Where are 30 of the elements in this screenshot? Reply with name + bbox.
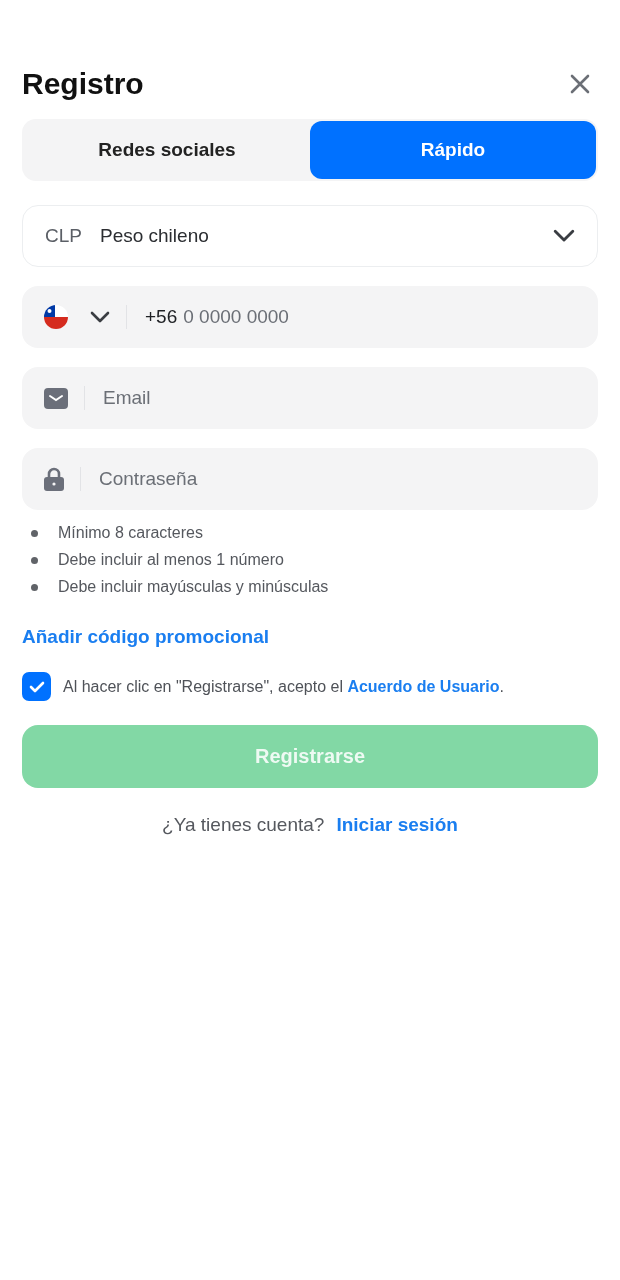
agreement-checkbox[interactable]	[22, 672, 51, 701]
phone-field[interactable]: +56 0 0000 0000	[22, 286, 598, 348]
bullet-icon	[31, 556, 38, 564]
close-icon[interactable]	[568, 72, 592, 96]
password-rule: Mínimo 8 caracteres	[58, 524, 203, 542]
password-input[interactable]: Contraseña	[99, 468, 576, 490]
check-icon	[28, 680, 45, 693]
tab[interactable]: Redes sociales	[24, 121, 310, 179]
login-prompt: ¿Ya tienes cuenta?	[162, 814, 325, 836]
currency-select[interactable]: CLP Peso chileno	[22, 205, 598, 267]
password-rule: Debe incluir mayúsculas y minúsculas	[58, 578, 329, 596]
flag-icon	[44, 305, 68, 329]
country-dropdown-icon[interactable]	[90, 311, 110, 323]
dialog-title: Registro	[22, 67, 144, 101]
password-rule: Debe incluir al menos 1 número	[58, 551, 284, 569]
bullet-icon	[31, 529, 38, 537]
phone-input[interactable]: 0 0000 0000	[183, 306, 576, 328]
password-field[interactable]: Contraseña	[22, 448, 598, 510]
envelope-icon	[44, 387, 68, 409]
email-field[interactable]: Email	[22, 367, 598, 429]
email-input[interactable]: Email	[103, 387, 576, 409]
bullet-icon	[31, 583, 38, 591]
lock-icon	[44, 467, 64, 491]
login-link[interactable]: Iniciar sesión	[336, 814, 458, 836]
agreement-text: Al hacer clic en "Registrarse", acepto el Acuerdo de Usuario.	[63, 677, 504, 696]
phone-prefix: +56	[145, 306, 178, 328]
chevron-icon	[553, 229, 575, 243]
promo-code-link[interactable]: Añadir código promocional	[22, 626, 269, 648]
tab[interactable]: Rápido	[310, 121, 596, 179]
user-agreement-link[interactable]: Acuerdo de Usuario	[347, 677, 500, 695]
